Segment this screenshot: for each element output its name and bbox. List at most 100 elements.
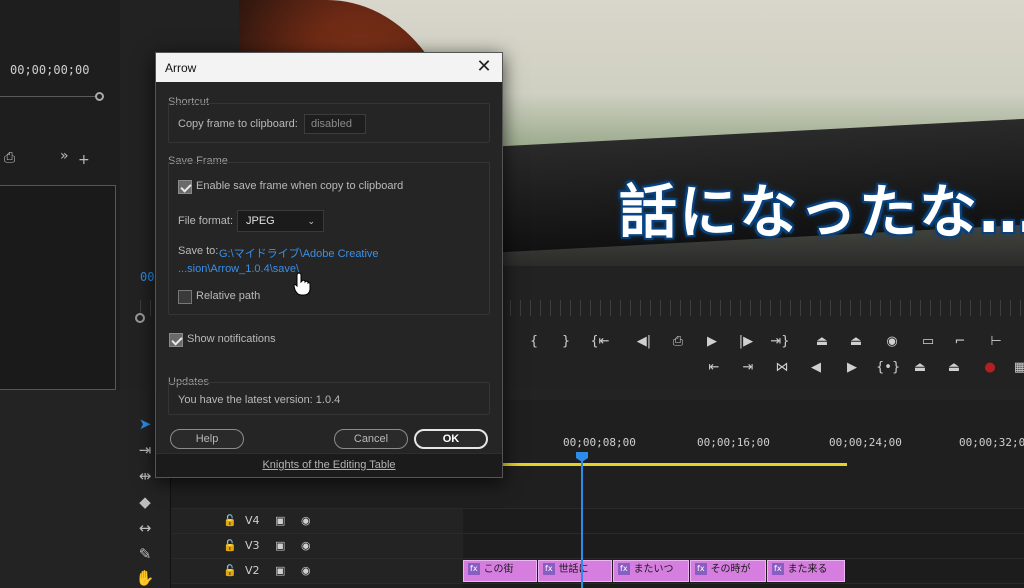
fx-badge: fx bbox=[543, 563, 555, 575]
export-frame-icon[interactable]: ⎙ bbox=[668, 334, 688, 349]
close-icon[interactable]: ✕ bbox=[474, 57, 494, 77]
track-header: 🔓 V4 ▣ ◉ bbox=[171, 509, 463, 533]
enable-save-frame-label[interactable]: Enable save frame when copy to clipboard bbox=[196, 180, 403, 192]
relative-path-checkbox[interactable] bbox=[178, 290, 192, 304]
lock-icon[interactable]: 🔓 bbox=[223, 539, 237, 552]
step-back-icon[interactable]: ◀︎| bbox=[634, 334, 654, 349]
show-notifications-label[interactable]: Show notifications bbox=[187, 333, 276, 345]
record-icon[interactable]: ● bbox=[980, 360, 1000, 375]
hand-tool-icon[interactable]: ✋ bbox=[132, 567, 158, 588]
clip[interactable]: fx また来る bbox=[767, 560, 845, 582]
overwrite-icon[interactable]: ⏏ bbox=[910, 360, 930, 375]
more-icon[interactable]: » bbox=[60, 148, 69, 164]
source-controls: ⎙ » + bbox=[0, 148, 110, 170]
clip[interactable]: fx その時が bbox=[690, 560, 766, 582]
eye-icon[interactable]: ◉ bbox=[301, 564, 311, 577]
settings-icon[interactable]: ▦ bbox=[1010, 360, 1024, 375]
hand-pointer-icon bbox=[293, 272, 311, 296]
lock-icon[interactable]: 🔓 bbox=[223, 564, 237, 577]
track-lane[interactable] bbox=[463, 509, 1024, 533]
eye-icon[interactable]: ◉ bbox=[301, 539, 311, 552]
track-name: V2 bbox=[245, 564, 260, 577]
program-ruler-handle[interactable] bbox=[135, 313, 145, 323]
trim-in-icon[interactable]: ◀ bbox=[806, 360, 826, 375]
eye-icon[interactable]: ◉ bbox=[301, 514, 311, 527]
step-forward-icon[interactable]: |▶ bbox=[736, 334, 756, 349]
playhead-handle[interactable] bbox=[576, 452, 588, 462]
track-lane[interactable] bbox=[463, 534, 1024, 558]
save-to-path-link-continued[interactable]: ...sion\Arrow_1.0.4\save\ bbox=[178, 263, 299, 275]
file-format-label: File format: bbox=[178, 215, 234, 227]
clip[interactable]: fx 世話に bbox=[538, 560, 612, 582]
dialog-titlebar[interactable]: Arrow ✕ bbox=[156, 53, 502, 82]
track-v3: 🔓 V3 ▣ ◉ bbox=[171, 533, 1024, 558]
bracket-icon[interactable]: ⊢ bbox=[986, 334, 1006, 349]
toggle-sync-icon[interactable]: ▣ bbox=[275, 539, 285, 552]
trim-out-icon[interactable]: ▶ bbox=[842, 360, 862, 375]
pen-tool-icon[interactable]: ✎ bbox=[132, 543, 158, 565]
help-button[interactable]: Help bbox=[170, 429, 244, 449]
go-to-next-icon[interactable]: ⇥ bbox=[738, 360, 758, 375]
fx-badge: fx bbox=[772, 563, 784, 575]
toggle-sync-icon[interactable]: ▣ bbox=[275, 514, 285, 527]
edit-icon[interactable]: {•} bbox=[876, 360, 900, 375]
relative-path-label[interactable]: Relative path bbox=[196, 290, 260, 302]
export-frame-icon[interactable]: ⎙ bbox=[4, 150, 15, 166]
clip-label: この街 bbox=[483, 564, 514, 575]
mark-out-icon[interactable]: } bbox=[556, 334, 576, 349]
update-status: You have the latest version: 1.0.4 bbox=[178, 394, 341, 406]
track-lane[interactable]: fx この街 fx 世話に fx またいつ fx その時が fx また来る bbox=[463, 559, 1024, 583]
video-caption: 話になったな… bbox=[619, 178, 1024, 246]
razor-tool-icon[interactable]: ◆ bbox=[132, 491, 158, 513]
mark-clip-icon[interactable]: ⌐ bbox=[950, 334, 970, 349]
extract-icon[interactable]: ⏏ bbox=[846, 334, 866, 349]
footer-link[interactable]: Knights of the Editing Table bbox=[156, 459, 502, 471]
track-v4: 🔓 V4 ▣ ◉ bbox=[171, 508, 1024, 533]
show-notifications-checkbox[interactable] bbox=[169, 333, 183, 347]
dialog-title: Arrow bbox=[165, 61, 197, 75]
play-icon[interactable]: ▶ bbox=[702, 334, 722, 349]
mark-in-icon[interactable]: { bbox=[524, 334, 544, 349]
ruler-label: 00;00;32;00 bbox=[959, 436, 1024, 449]
lock-icon[interactable]: 🔓 bbox=[223, 514, 237, 527]
go-to-in-icon[interactable]: {⇤ bbox=[590, 334, 610, 349]
clip-label: その時が bbox=[710, 564, 751, 575]
toggle-sync-icon[interactable]: ▣ bbox=[275, 564, 285, 577]
playhead-line[interactable] bbox=[581, 452, 583, 588]
safe-margins-icon[interactable]: ▭ bbox=[918, 334, 938, 349]
work-area-bar[interactable] bbox=[503, 463, 847, 466]
track-lane[interactable] bbox=[463, 584, 1024, 588]
slip-tool-icon[interactable]: ↔ bbox=[132, 517, 158, 539]
dialog-footer: Knights of the Editing Table bbox=[156, 453, 502, 477]
clip[interactable]: fx またいつ bbox=[613, 560, 689, 582]
insert-icon[interactable]: ⏏ bbox=[944, 360, 964, 375]
transport-row-2: ⇤ ⇥ ⋈ ◀ ▶ {•} ⏏ ⏏ ● ▦ bbox=[704, 360, 1024, 380]
timeline-ruler[interactable]: 00;00;08;00 00;00;16;00 00;00;24;00 00;0… bbox=[463, 430, 1024, 450]
save-to-path-link[interactable]: G:\マイドライブ\Adobe Creative bbox=[219, 245, 379, 261]
chevron-down-icon: ⌄ bbox=[307, 216, 315, 226]
go-to-previous-icon[interactable]: ⇤ bbox=[704, 360, 724, 375]
clip[interactable]: fx この街 bbox=[463, 560, 537, 582]
ruler-label: 00;00;08;00 bbox=[563, 436, 636, 449]
source-ruler[interactable] bbox=[0, 92, 104, 108]
program-timecode[interactable]: 00 bbox=[140, 270, 154, 284]
ruler-label: 00;00;16;00 bbox=[697, 436, 770, 449]
ok-button[interactable]: OK bbox=[414, 429, 488, 449]
project-panel bbox=[0, 185, 116, 390]
enable-save-frame-checkbox[interactable] bbox=[178, 180, 192, 194]
track-header: 🔓 V2 ▣ ◉ bbox=[171, 559, 463, 583]
cancel-button[interactable]: Cancel bbox=[334, 429, 408, 449]
go-to-out-icon[interactable]: ⇥} bbox=[770, 334, 790, 349]
fx-badge: fx bbox=[468, 563, 480, 575]
shortcut-input[interactable]: disabled bbox=[304, 114, 366, 134]
copy-frame-label: Copy frame to clipboard: bbox=[178, 118, 298, 130]
ruler-label: 00;00;24;00 bbox=[829, 436, 902, 449]
trim-icon[interactable]: ⋈ bbox=[772, 360, 792, 375]
lift-icon[interactable]: ⏏ bbox=[812, 334, 832, 349]
source-ruler-handle[interactable] bbox=[95, 92, 104, 101]
add-button-icon[interactable]: + bbox=[78, 152, 90, 168]
file-format-select[interactable]: JPEG ⌄ bbox=[237, 210, 324, 232]
track-header: 🔓 V3 ▣ ◉ bbox=[171, 534, 463, 558]
source-timecode: 00;00;00;00 bbox=[10, 63, 90, 77]
camera-icon[interactable]: ◉ bbox=[882, 334, 902, 349]
